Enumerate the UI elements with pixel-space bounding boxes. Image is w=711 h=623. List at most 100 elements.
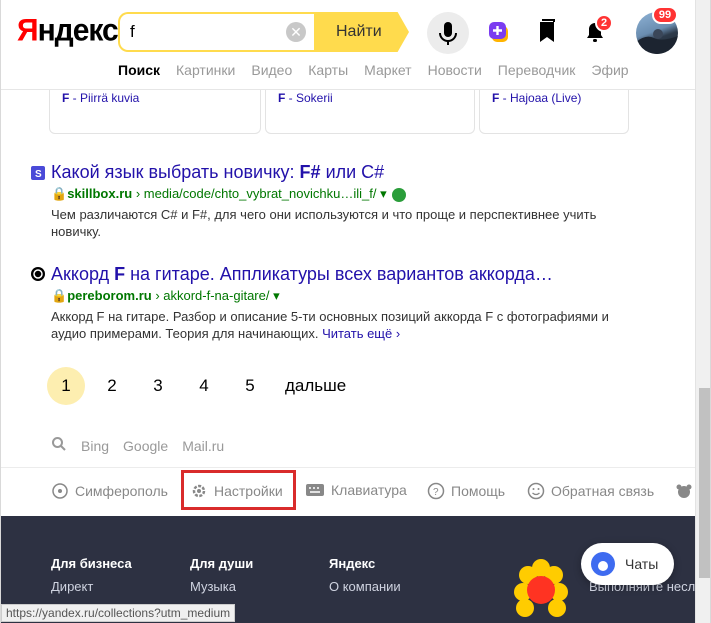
tab-search[interactable]: Поиск: [118, 62, 160, 80]
snippet-text: Аккорд F на гитаре. Разбор и описание 5-…: [51, 309, 609, 324]
footer-bar: Симферополь Настройки Клавиатура ? Помощ…: [1, 467, 695, 515]
search-icon: [51, 436, 67, 455]
tab-efir[interactable]: Эфир: [591, 62, 628, 80]
page-5[interactable]: 5: [231, 367, 269, 405]
page-1[interactable]: 1: [47, 367, 85, 405]
help-label: Помощь: [451, 483, 506, 499]
result-title-link[interactable]: Какой язык выбрать новичку: F# или C#: [51, 162, 651, 183]
footer-heading[interactable]: Для бизнеса: [51, 556, 132, 571]
clear-search-icon[interactable]: ✕: [286, 22, 306, 42]
other-engines: Bing Google Mail.ru: [51, 436, 224, 455]
avatar-badge: 99: [652, 6, 678, 24]
microphone-icon[interactable]: [427, 12, 469, 54]
tab-market[interactable]: Маркет: [364, 62, 411, 80]
engine-google[interactable]: Google: [123, 438, 168, 454]
result-domain: skillbox.ru: [67, 186, 133, 201]
header: Яндекс ✕ Найти 2 99 Поиск Картинки Видео…: [1, 0, 695, 90]
footer-link[interactable]: Музыка: [190, 579, 253, 594]
region-label: Симферополь: [75, 483, 168, 499]
result-domain: pereborom.ru: [67, 288, 152, 303]
help-icon: ?: [427, 482, 445, 500]
page-4[interactable]: 4: [185, 367, 223, 405]
bear-icon[interactable]: [675, 482, 693, 500]
tab-maps[interactable]: Карты: [308, 62, 348, 80]
result-title-text: на гитаре. Аппликатуры всех вариантов ак…: [125, 264, 553, 284]
page-3[interactable]: 3: [139, 367, 177, 405]
settings-highlight-box: [181, 470, 296, 510]
pagination: 1 2 3 4 5 дальше: [47, 367, 346, 405]
notifications-badge: 2: [595, 14, 613, 32]
video-card[interactable]: F - Hajoaa (Live): [479, 90, 629, 134]
result-url[interactable]: 🔒skillbox.ru › media/code/chto_vybrat_no…: [51, 186, 651, 202]
search-tabs: Поиск Картинки Видео Карты Маркет Новост…: [118, 62, 645, 80]
read-more-link[interactable]: Читать ещё ›: [322, 326, 400, 341]
video-card[interactable]: F - Sokerii: [265, 90, 475, 134]
result-title-text: или C#: [320, 162, 385, 182]
keyboard-link[interactable]: Клавиатура: [305, 482, 407, 498]
video-cards: F - Piirrä kuvia F - Sokerii F - Hajoaa …: [49, 90, 695, 134]
result-title-link[interactable]: Аккорд F на гитаре. Аппликатуры всех вар…: [51, 264, 651, 285]
sun-logo-icon: [501, 530, 581, 623]
page-2[interactable]: 2: [93, 367, 131, 405]
tab-news[interactable]: Новости: [428, 62, 482, 80]
feedback-link[interactable]: Обратная связь: [527, 482, 654, 500]
footer-column: Для души Музыка: [190, 556, 253, 594]
browser-page: Яндекс ✕ Найти 2 99 Поиск Картинки Видео…: [0, 0, 711, 623]
next-page-link[interactable]: дальше: [285, 376, 346, 396]
crown-icon: [392, 187, 407, 202]
tab-images[interactable]: Картинки: [176, 62, 235, 80]
yandex-logo[interactable]: Яндекс: [17, 13, 119, 49]
engine-mailru[interactable]: Mail.ru: [182, 438, 224, 454]
region-link[interactable]: Симферополь: [51, 482, 168, 500]
lock-icon: 🔒: [51, 288, 68, 303]
feedback-label: Обратная связь: [551, 483, 655, 499]
keyboard-label: Клавиатура: [331, 482, 407, 498]
search-result: Аккорд F на гитаре. Аппликатуры всех вар…: [51, 264, 651, 342]
collections-icon[interactable]: [533, 18, 561, 46]
result-title-bold: F: [114, 264, 126, 284]
video-card[interactable]: F - Piirrä kuvia: [49, 90, 261, 134]
snippet-text: аудио примерами. Теория для начинающих.: [51, 326, 323, 341]
scrollbar-thumb[interactable]: [699, 388, 710, 578]
svg-text:?: ?: [433, 487, 439, 498]
footer-link[interactable]: Директ: [51, 579, 132, 594]
logo-letter: Я: [17, 13, 39, 48]
engine-bing[interactable]: Bing: [81, 438, 109, 454]
svg-text:S: S: [35, 169, 42, 180]
scrollbar[interactable]: [695, 0, 710, 623]
result-path: › akkord-f-na-gitare/ ▾: [151, 288, 280, 303]
help-link[interactable]: ? Помощь: [427, 482, 505, 500]
tab-translator[interactable]: Переводчик: [498, 62, 576, 80]
chat-icon: [591, 552, 615, 576]
card-title: - Sokerii: [285, 91, 333, 105]
tab-video[interactable]: Видео: [251, 62, 292, 80]
add-app-icon[interactable]: [486, 18, 514, 46]
keyboard-icon: [306, 484, 324, 496]
search-result: Какой язык выбрать новичку: F# или C# 🔒s…: [51, 162, 651, 240]
status-url: https://yandex.ru/collections?utm_medium: [1, 604, 236, 622]
lock-icon: 🔒: [51, 186, 68, 201]
card-title: - Piirrä kuvia: [69, 91, 140, 105]
footer-link[interactable]: О компании: [329, 579, 401, 594]
smile-icon: [527, 482, 545, 500]
result-title-text: Аккорд: [51, 264, 115, 284]
result-path: › media/code/chto_vybrat_novichku…ili_f/…: [132, 186, 387, 201]
footer-heading[interactable]: Яндекс: [329, 556, 401, 571]
skillbox-favicon: S: [31, 166, 45, 180]
footer-heading[interactable]: Для души: [190, 556, 253, 571]
location-icon: [52, 483, 68, 499]
footer-column: Для бизнеса Директ: [51, 556, 132, 594]
card-title: - Hajoaa (Live): [499, 91, 582, 105]
chats-label: Чаты: [625, 556, 659, 572]
result-url[interactable]: 🔒pereborom.ru › akkord-f-na-gitare/ ▾: [51, 288, 651, 304]
logo-text: ндекс: [37, 13, 119, 48]
pereborom-favicon: [31, 267, 45, 281]
snippet-text: Чем различаются C# и F#, для чего они ис…: [51, 207, 597, 222]
search-input[interactable]: [130, 21, 280, 43]
find-button[interactable]: Найти: [314, 12, 409, 52]
result-title-text: Какой язык выбрать новичку:: [51, 162, 300, 182]
snippet-text: новичку.: [51, 224, 101, 239]
footer-column: Яндекс О компании: [329, 556, 401, 594]
chats-button[interactable]: Чаты: [581, 543, 674, 585]
result-snippet: Чем различаются C# и F#, для чего они ис…: [51, 206, 641, 240]
